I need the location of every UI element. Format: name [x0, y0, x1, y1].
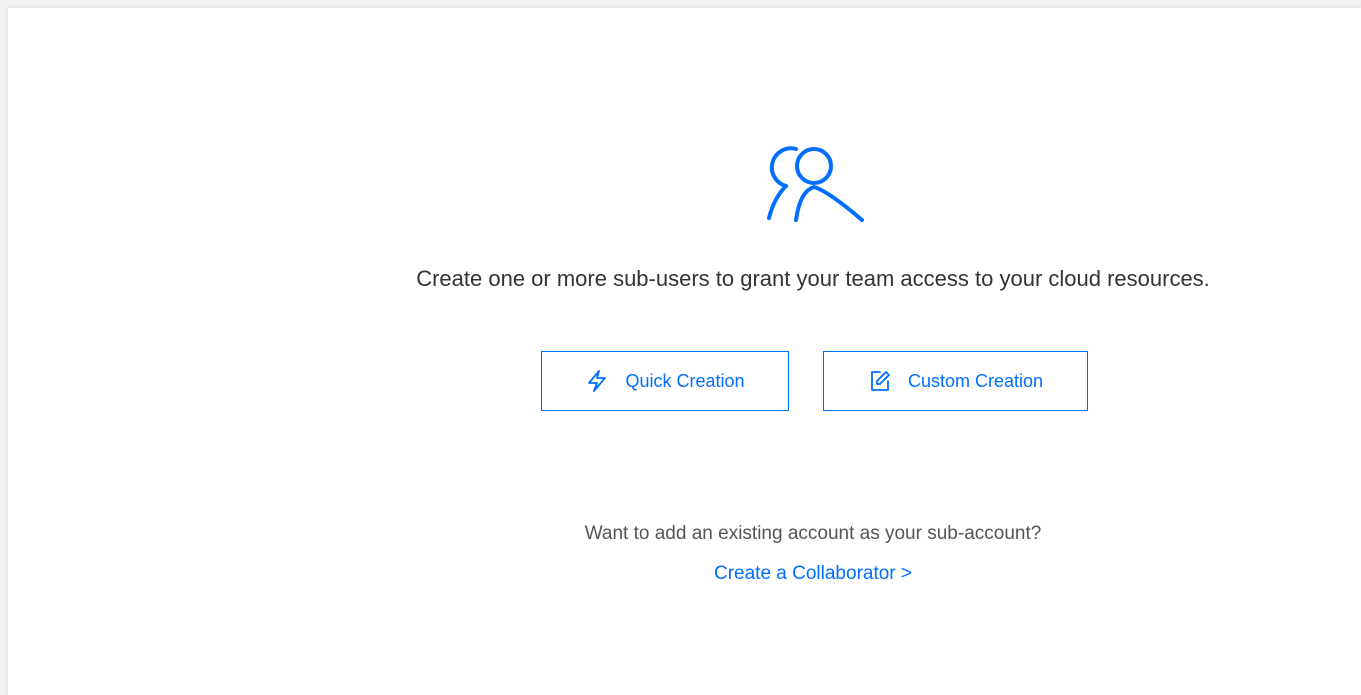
edit-icon	[868, 369, 892, 393]
empty-state-panel: Create one or more sub-users to grant yo…	[8, 8, 1361, 695]
quick-creation-button[interactable]: Quick Creation	[541, 351, 789, 411]
custom-creation-label: Custom Creation	[907, 370, 1044, 391]
empty-state-message: Create one or more sub-users to grant yo…	[416, 266, 1210, 291]
custom-creation-button[interactable]: Custom Creation	[823, 351, 1088, 411]
lightning-icon	[585, 369, 609, 393]
quick-creation-label: Quick Creation	[625, 370, 745, 391]
create-collaborator-link[interactable]: Create a Collaborator >	[608, 563, 1018, 585]
collaborator-question: Want to add an existing account as your …	[584, 523, 1042, 544]
users-icon	[766, 146, 866, 226]
